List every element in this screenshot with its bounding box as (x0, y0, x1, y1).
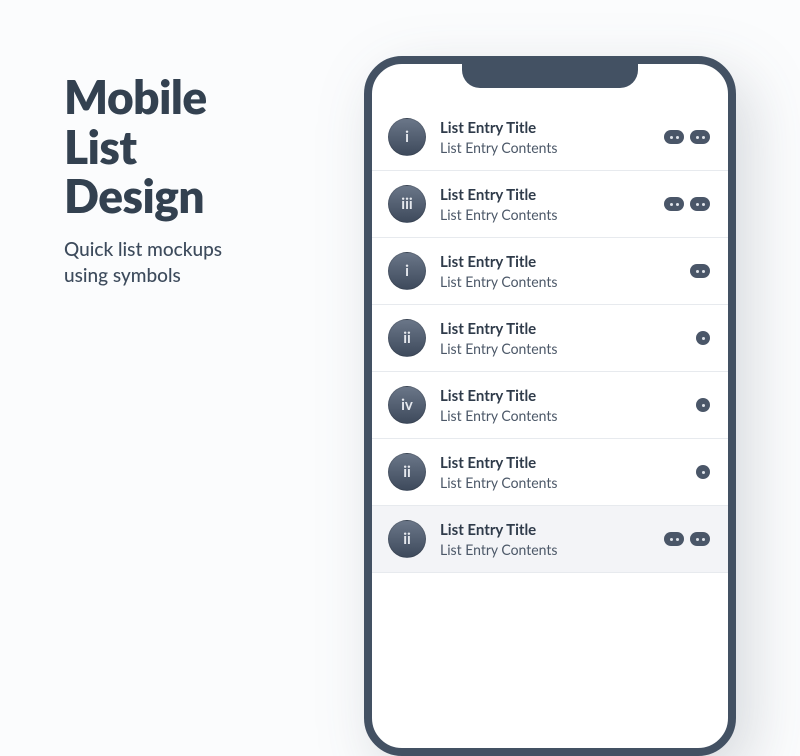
list-item-text: List Entry Title List Entry Contents (440, 454, 682, 491)
headline-block: Mobile List Design Quick list mockups us… (64, 72, 222, 288)
list-item-actions (664, 532, 710, 546)
list-item[interactable]: iv List Entry Title List Entry Contents (372, 372, 728, 439)
more-icon[interactable] (690, 130, 710, 144)
list-item-text: List Entry Title List Entry Contents (440, 521, 650, 558)
list-item-subtitle: List Entry Contents (440, 407, 682, 424)
page-title: Mobile List Design (64, 72, 222, 221)
list-item-subtitle: List Entry Contents (440, 541, 650, 558)
more-icon[interactable] (690, 532, 710, 546)
page-subtitle: Quick list mockups using symbols (64, 237, 222, 288)
list-item-actions (664, 130, 710, 144)
list-item-text: List Entry Title List Entry Contents (440, 320, 682, 357)
list-item-text: List Entry Title List Entry Contents (440, 119, 650, 156)
list-item-actions (690, 264, 710, 278)
list-item-text: List Entry Title List Entry Contents (440, 387, 682, 424)
list-item-actions (696, 331, 710, 345)
list-item-title: List Entry Title (440, 521, 650, 539)
list-item-badge: ii (388, 520, 426, 558)
list-item-text: List Entry Title List Entry Contents (440, 186, 650, 223)
more-icon[interactable] (690, 197, 710, 211)
list-item[interactable]: i List Entry Title List Entry Contents (372, 104, 728, 171)
list-item-badge: i (388, 252, 426, 290)
more-icon[interactable] (696, 465, 710, 479)
list-item-actions (696, 465, 710, 479)
list-item-badge: iii (388, 185, 426, 223)
list-item-badge: iv (388, 386, 426, 424)
list-item[interactable]: ii List Entry Title List Entry Contents (372, 305, 728, 372)
phone-mockup: iList Entry TitleList Entry ContentsiiiL… (364, 56, 736, 756)
title-line: List (64, 119, 137, 174)
list-item-title: List Entry Title (440, 320, 682, 338)
more-icon[interactable] (664, 130, 684, 144)
list-item[interactable]: ii List Entry Title List Entry Contents (372, 439, 728, 506)
list-item-subtitle: List Entry Contents (440, 340, 682, 357)
subtitle-line: using symbols (64, 264, 181, 287)
phone-screen: iList Entry TitleList Entry ContentsiiiL… (372, 104, 728, 748)
subtitle-line: Quick list mockups (64, 238, 222, 261)
list-item-actions (664, 197, 710, 211)
more-icon[interactable] (696, 398, 710, 412)
list-item[interactable]: iii List Entry Title List Entry Contents (372, 171, 728, 238)
title-line: Mobile (64, 69, 207, 124)
list-item-title: List Entry Title (440, 186, 650, 204)
phone-frame: iList Entry TitleList Entry ContentsiiiL… (364, 56, 736, 756)
list-item-title: List Entry Title (440, 454, 682, 472)
list-item-title: List Entry Title (440, 253, 676, 271)
list-item-subtitle: List Entry Contents (440, 206, 650, 223)
list-item[interactable]: ii List Entry Title List Entry Contents (372, 506, 728, 573)
phone-notch (462, 62, 638, 88)
list-item-subtitle: List Entry Contents (440, 273, 676, 290)
list-item-title: List Entry Title (440, 119, 650, 137)
title-line: Design (64, 168, 204, 223)
list-item-badge: i (388, 118, 426, 156)
list-item-subtitle: List Entry Contents (440, 139, 650, 156)
list-item-actions (696, 398, 710, 412)
list-item-badge: ii (388, 319, 426, 357)
list-item[interactable]: i List Entry Title List Entry Contents (372, 238, 728, 305)
list-item-subtitle: List Entry Contents (440, 474, 682, 491)
more-icon[interactable] (690, 264, 710, 278)
more-icon[interactable] (664, 532, 684, 546)
more-icon[interactable] (696, 331, 710, 345)
list-item-text: List Entry Title List Entry Contents (440, 253, 676, 290)
list-item-badge: ii (388, 453, 426, 491)
list-item-title: List Entry Title (440, 387, 682, 405)
more-icon[interactable] (664, 197, 684, 211)
